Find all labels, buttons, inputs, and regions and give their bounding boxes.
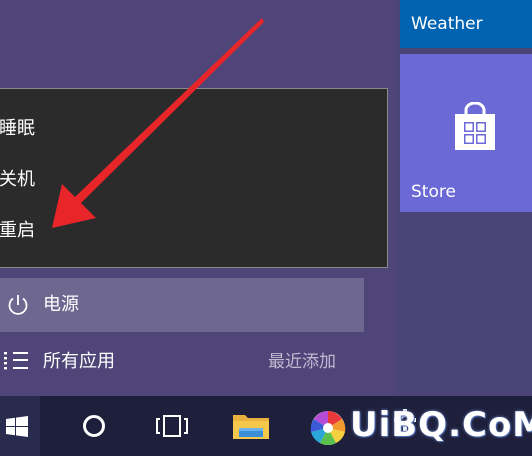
menu-item-restart[interactable]: 重启: [0, 211, 387, 251]
power-button-label: 电源: [43, 294, 79, 315]
menu-item-label: 关机: [0, 169, 35, 190]
cortana-circle-icon: [83, 415, 105, 437]
file-explorer-button[interactable]: [228, 396, 276, 456]
task-view-icon: [156, 415, 188, 437]
cortana-button[interactable]: [70, 396, 118, 456]
weather-tile[interactable]: Weather: [400, 0, 532, 48]
store-tile-label: Store: [411, 182, 456, 202]
power-button[interactable]: 电源: [0, 278, 364, 332]
power-submenu: 睡眠 关机 重启: [0, 88, 388, 268]
power-icon: [8, 295, 28, 315]
menu-item-shutdown[interactable]: 关机: [0, 160, 387, 200]
menu-item-label: 睡眠: [0, 118, 35, 139]
recently-added-label: 最近添加: [268, 352, 336, 372]
weather-tile-label: Weather: [411, 14, 483, 34]
store-tile[interactable]: Store: [400, 54, 532, 212]
file-explorer-icon: [233, 415, 269, 439]
menu-item-label: 重启: [0, 220, 35, 241]
store-bag-icon: [455, 102, 495, 150]
list-icon: [4, 352, 28, 370]
site-watermark: UiBQ.CoM: [350, 405, 532, 445]
task-view-button[interactable]: [148, 396, 196, 456]
menu-item-sleep[interactable]: 睡眠: [0, 109, 387, 149]
start-button[interactable]: [0, 396, 40, 456]
photos-pinwheel-icon: [310, 411, 346, 445]
windows-start-icon: [6, 416, 28, 437]
all-apps-button[interactable]: 所有应用: [0, 340, 396, 384]
photos-button[interactable]: [304, 396, 352, 456]
all-apps-label: 所有应用: [43, 351, 115, 372]
